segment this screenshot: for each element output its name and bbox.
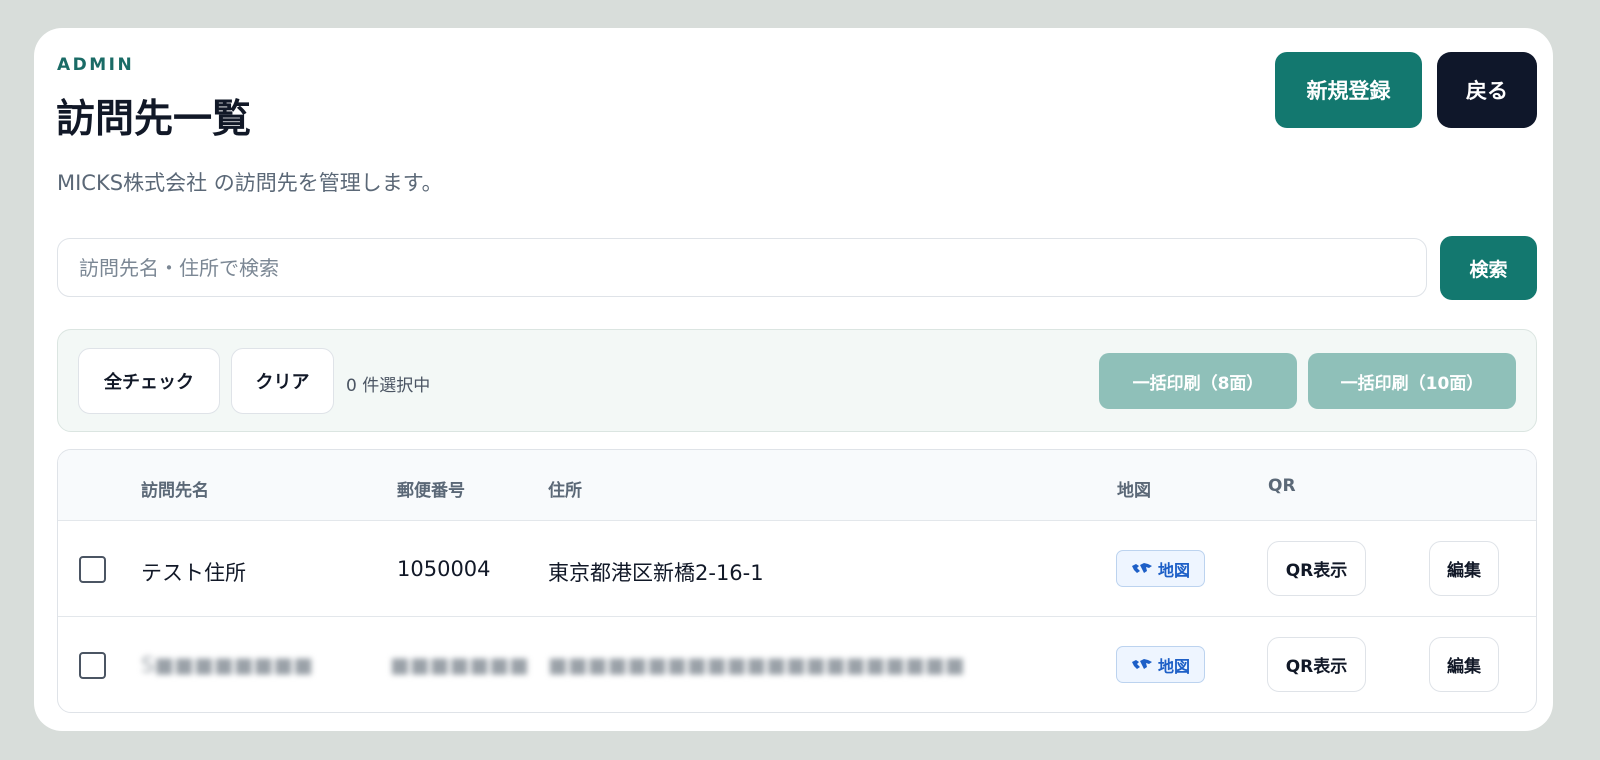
- table-header: 訪問先名 郵便番号 住所 地図 QR: [58, 450, 1536, 521]
- destination-name: テスト住所: [141, 561, 246, 585]
- edit-button[interactable]: 編集: [1429, 637, 1499, 692]
- postal-code: 1050004: [397, 557, 491, 581]
- clear-selection-button[interactable]: クリア: [231, 348, 334, 414]
- back-button[interactable]: 戻る: [1437, 52, 1537, 128]
- row-checkbox[interactable]: [79, 652, 106, 679]
- bulk-print-10-button[interactable]: 一括印刷（10面）: [1308, 353, 1516, 409]
- selected-count: 0 件選択中: [346, 376, 431, 396]
- column-header-qr: QR: [1268, 476, 1296, 496]
- section-eyebrow: ADMIN: [57, 55, 135, 75]
- address: ■■■■■■■■■■■■■■■■■■■■■: [548, 653, 965, 677]
- page-subtitle: MICKS株式会社 の訪問先を管理します。: [57, 171, 443, 195]
- qr-display-button[interactable]: QR表示: [1267, 541, 1366, 596]
- new-registration-button[interactable]: 新規登録: [1275, 52, 1422, 128]
- table-row: S■■■■■■■■ ■■■■■■■ ■■■■■■■■■■■■■■■■■■■■■ …: [58, 617, 1536, 712]
- visit-destinations-table: 訪問先名 郵便番号 住所 地図 QR テスト住所 1050004 東京都港区新橋…: [57, 449, 1537, 713]
- qr-display-button[interactable]: QR表示: [1267, 637, 1366, 692]
- destination-name: S■■■■■■■■: [141, 653, 314, 677]
- map-icon: [1131, 562, 1153, 575]
- bulk-print-8-button[interactable]: 一括印刷（8面）: [1099, 353, 1297, 409]
- table-row: テスト住所 1050004 東京都港区新橋2-16-1 地図 QR表示 編集: [58, 521, 1536, 617]
- column-header-address: 住所: [548, 481, 582, 501]
- check-all-button[interactable]: 全チェック: [78, 348, 220, 414]
- map-link-label: 地図: [1157, 560, 1190, 580]
- edit-button[interactable]: 編集: [1429, 541, 1499, 596]
- row-checkbox[interactable]: [79, 556, 106, 583]
- map-link[interactable]: 地図: [1116, 646, 1205, 683]
- address: 東京都港区新橋2-16-1: [548, 561, 764, 585]
- map-link-label: 地図: [1157, 656, 1190, 676]
- map-icon: [1131, 658, 1153, 671]
- search-input[interactable]: [57, 238, 1427, 297]
- window-frame: ADMIN 訪問先一覧 MICKS株式会社 の訪問先を管理します。 新規登録 戻…: [9, 7, 1559, 739]
- page-title: 訪問先一覧: [56, 97, 252, 142]
- search-button[interactable]: 検索: [1440, 236, 1537, 300]
- column-header-map: 地図: [1117, 481, 1151, 501]
- column-header-postal: 郵便番号: [397, 481, 465, 501]
- column-header-name: 訪問先名: [141, 481, 209, 501]
- map-link[interactable]: 地図: [1116, 550, 1205, 587]
- bulk-action-toolbar: 全チェック クリア 0 件選択中 一括印刷（8面） 一括印刷（10面）: [57, 329, 1537, 432]
- postal-code: ■■■■■■■: [390, 653, 529, 677]
- admin-card: ADMIN 訪問先一覧 MICKS株式会社 の訪問先を管理します。 新規登録 戻…: [34, 28, 1553, 731]
